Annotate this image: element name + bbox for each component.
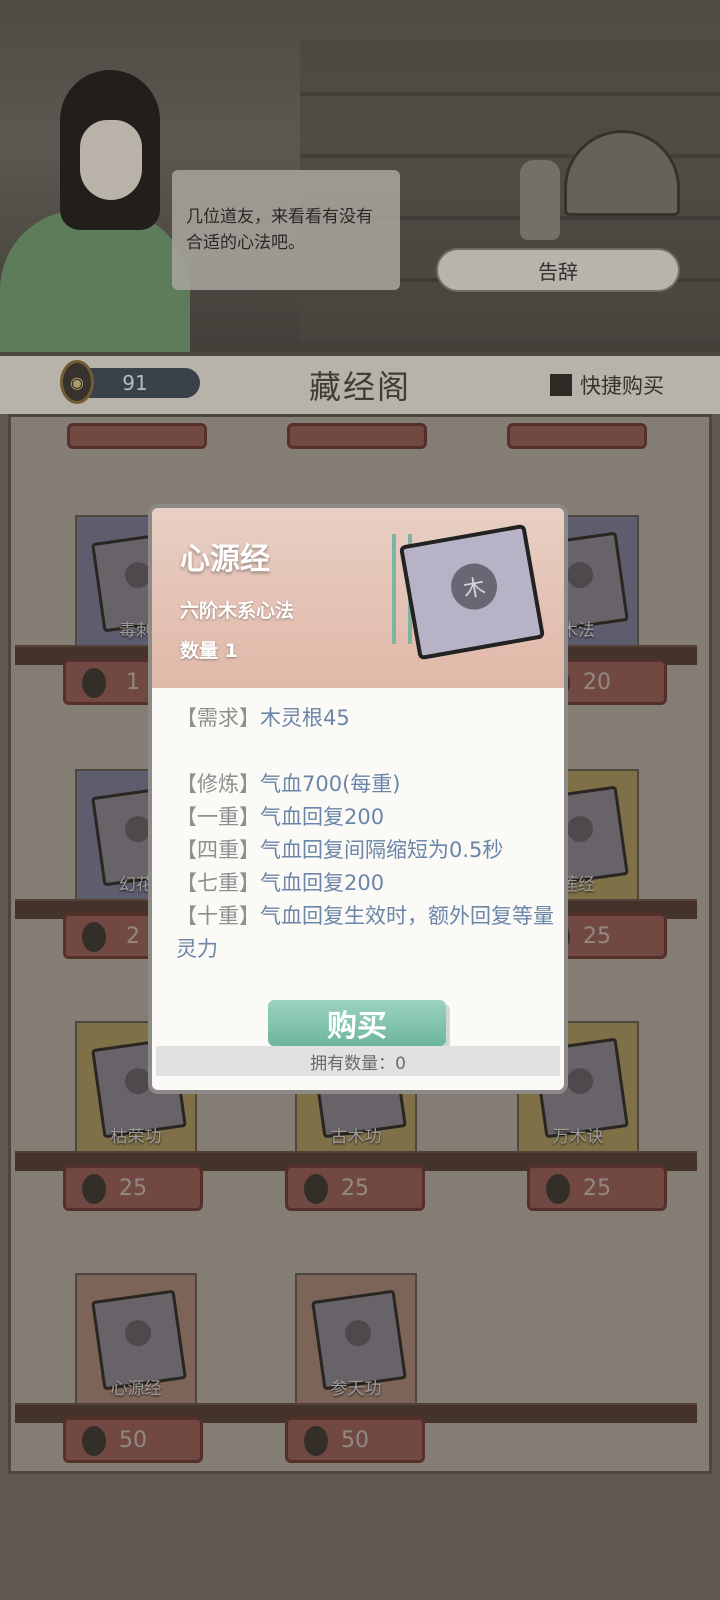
desc-line: 【四重】气血回复间隔缩短为0.5秒 [176, 834, 556, 867]
desc-line: 【修炼】气血700(每重) [176, 768, 556, 801]
desc-line: 【十重】气血回复生效时，额外回复等量灵力 [176, 900, 556, 966]
desc-value: 气血700(每重) [260, 772, 401, 796]
modal-backdrop-top[interactable] [0, 0, 720, 414]
desc-key: 【十重】 [176, 904, 260, 928]
desc-line: 【七重】气血回复200 [176, 867, 556, 900]
owned-count: 拥有数量：0 [156, 1046, 560, 1076]
buy-button[interactable]: 购买 [268, 1000, 446, 1046]
wood-seal-icon: 木 [447, 559, 501, 614]
desc-key: 【需求】 [176, 706, 260, 730]
desc-value: 木灵根45 [260, 706, 350, 730]
desc-key: 【四重】 [176, 838, 260, 862]
modal-header: 心源经 六阶木系心法 数量 1 木 [152, 508, 564, 688]
modal-title: 心源经 [180, 542, 270, 577]
item-detail-modal: 心源经 六阶木系心法 数量 1 木 【需求】木灵根45 【修炼】气血700(每重… [148, 504, 568, 1094]
modal-quantity: 数量 1 [180, 640, 238, 662]
modal-description: 【需求】木灵根45 【修炼】气血700(每重) 【一重】气血回复200 【四重】… [176, 702, 556, 966]
desc-value: 气血回复200 [260, 871, 385, 895]
desc-key: 【七重】 [176, 871, 260, 895]
desc-value: 气血回复间隔缩短为0.5秒 [260, 838, 504, 862]
desc-key: 【修炼】 [176, 772, 260, 796]
desc-line: 【需求】木灵根45 [176, 702, 556, 735]
desc-value: 气血回复200 [260, 805, 385, 829]
desc-key: 【一重】 [176, 805, 260, 829]
desc-line: 【一重】气血回复200 [176, 801, 556, 834]
book-icon: 木 [398, 523, 546, 661]
modal-subtitle: 六阶木系心法 [180, 600, 295, 622]
